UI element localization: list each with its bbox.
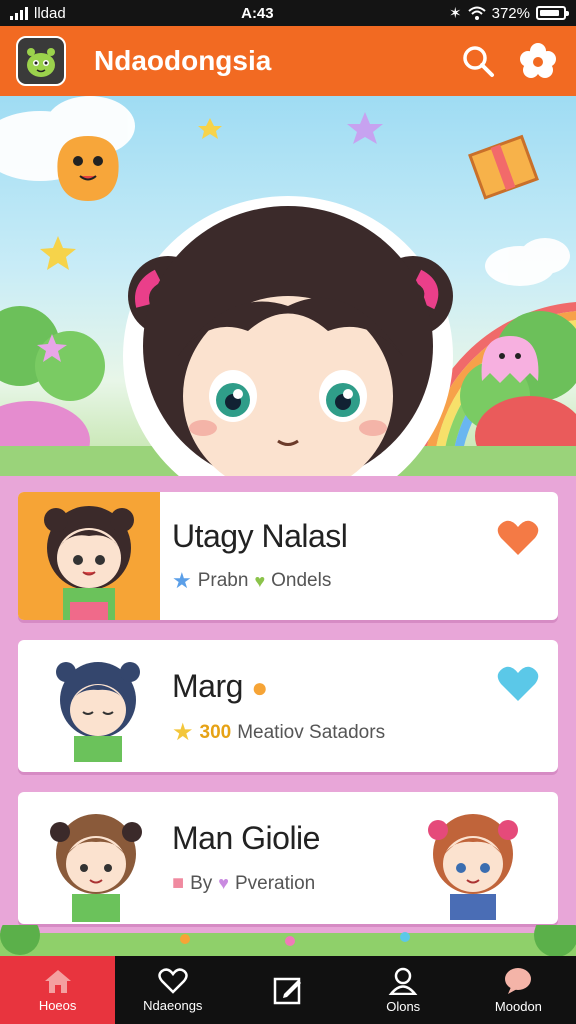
flower-gear-icon xyxy=(520,43,556,78)
character-list: Utagy Nalasl ★ Prabn ♥ Ondels Marg ● ★ 3… xyxy=(0,476,576,956)
settings-button[interactable] xyxy=(516,39,560,83)
heart-icon xyxy=(158,967,188,994)
card-title-text: Marg xyxy=(172,668,243,704)
character-card[interactable]: Man Giolie ■ By ♥ Pveration xyxy=(18,792,558,924)
status-left: lldad xyxy=(10,5,66,22)
favorite-heart-icon[interactable] xyxy=(496,664,540,704)
battery-level xyxy=(539,10,559,16)
orange-creature xyxy=(57,136,119,201)
chat-icon xyxy=(505,967,532,994)
heart-small-icon: ♥ xyxy=(218,873,229,893)
card-meta-2: Pveration xyxy=(234,872,316,894)
home-icon xyxy=(44,969,71,993)
carrier-label: lldad xyxy=(34,4,66,22)
character-card[interactable]: Utagy Nalasl ★ Prabn ♥ Ondels xyxy=(18,492,558,620)
card-meta-2: Meatiov Satadors xyxy=(237,721,386,743)
card-meta: ■ By ♥ Pveration xyxy=(172,872,315,895)
tab-label: Moodon xyxy=(494,998,542,1014)
card-number: 300 xyxy=(199,721,232,743)
status-time: A:43 xyxy=(241,4,274,22)
card-meta-1: Prabn xyxy=(197,570,249,591)
hero-banner xyxy=(0,96,576,476)
user-icon xyxy=(388,967,418,995)
card-title: Man Giolie xyxy=(172,820,320,856)
battery-icon xyxy=(535,6,569,20)
card-meta-2: Ondels xyxy=(271,570,332,591)
grass-decoration xyxy=(0,925,576,957)
edit-icon xyxy=(273,977,301,1005)
blue-hair-avatar-icon xyxy=(56,662,140,762)
red-hair-avatar-icon xyxy=(428,814,518,920)
tab-create[interactable] xyxy=(230,956,345,1024)
tab-favorites[interactable]: Ndaeongs xyxy=(115,956,230,1024)
brown-hair-avatar-icon xyxy=(50,814,142,922)
girl-avatar-icon xyxy=(44,506,134,620)
card-title: Utagy Nalasl xyxy=(172,518,348,554)
cake-icon: ■ xyxy=(172,872,185,894)
app-bar: Ndaodongsia xyxy=(0,26,576,96)
status-bar: lldad A:43 ✶ 372% xyxy=(0,0,576,26)
card-title: Marg ● xyxy=(172,668,268,705)
bottom-tab-bar: Hoeos Ndaeongs Olons Moodon xyxy=(0,956,576,1024)
signal-icon xyxy=(10,6,28,20)
battery-percent: 372% xyxy=(491,4,530,22)
tab-messages[interactable]: Moodon xyxy=(461,956,576,1024)
tab-label: Olons xyxy=(386,998,421,1014)
search-icon xyxy=(463,46,494,77)
bluetooth-icon: ✶ xyxy=(449,5,462,22)
monster-logo-icon xyxy=(27,48,55,77)
tab-profile[interactable]: Olons xyxy=(346,956,461,1024)
card-meta: ★ 300 Meatiov Satadors xyxy=(172,718,385,747)
hero-illustration xyxy=(0,96,576,476)
app-title: Ndaodongsia xyxy=(94,45,272,76)
card-meta: ★ Prabn ♥ Ondels xyxy=(172,568,331,594)
star-icon: ★ xyxy=(172,719,194,746)
favorite-heart-icon[interactable] xyxy=(496,518,540,558)
status-right: ✶ 372% xyxy=(449,4,569,22)
wifi-icon xyxy=(467,6,486,20)
search-button[interactable] xyxy=(456,39,500,83)
card-meta-1: By xyxy=(190,872,213,894)
app-logo[interactable] xyxy=(16,36,66,86)
main-character xyxy=(123,196,453,476)
tab-home[interactable]: Hoeos xyxy=(0,956,116,1024)
cat-face-icon: ● xyxy=(251,672,268,703)
star-icon: ★ xyxy=(172,568,192,593)
tab-label: Ndaeongs xyxy=(143,997,203,1013)
character-card[interactable]: Marg ● ★ 300 Meatiov Satadors xyxy=(18,640,558,772)
card-thumbnail xyxy=(18,492,160,620)
heart-small-icon: ♥ xyxy=(254,570,266,591)
tab-label: Hoeos xyxy=(38,997,77,1013)
